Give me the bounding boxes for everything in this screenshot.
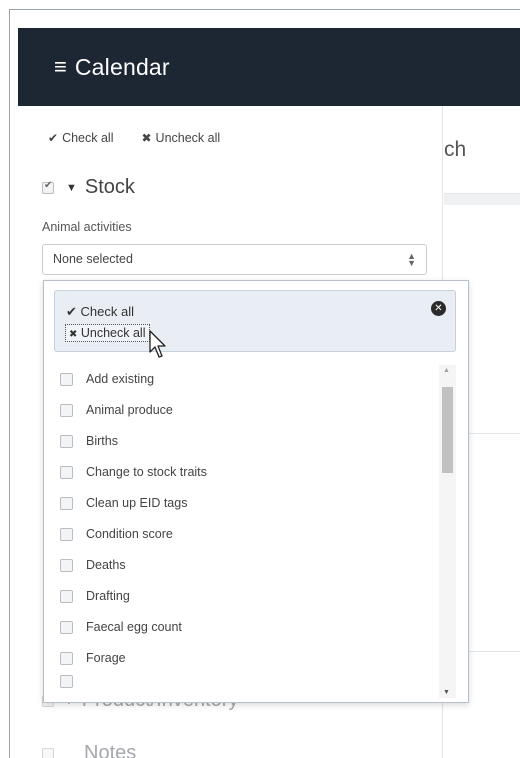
x-icon: ✖ (141, 131, 152, 145)
sidebar-toplinks: ✔ Check all ✖ Uncheck all (48, 131, 220, 145)
list-item-partial[interactable] (60, 675, 86, 689)
select-arrows-icon: ▲ ▼ (407, 251, 416, 268)
option-checkbox[interactable] (60, 403, 73, 417)
animal-activities-select[interactable]: None selected ▲ ▼ (42, 244, 427, 275)
list-item[interactable]: Change to stock traits (60, 460, 207, 484)
option-checkbox[interactable] (60, 527, 73, 541)
mouse-pointer-icon (149, 330, 166, 358)
option-checkbox[interactable] (60, 651, 73, 665)
checkmark-icon: ✔ (48, 131, 59, 145)
hamburger-menu-icon[interactable]: ≡ (54, 56, 67, 78)
stock-group-label: Stock (84, 176, 135, 198)
x-icon: ✖ (69, 329, 78, 340)
stock-group-header[interactable]: ▼ Stock (42, 176, 135, 199)
list-item[interactable]: Add existing (60, 367, 154, 391)
scrollbar-thumb[interactable] (442, 387, 453, 473)
sidebar-item-notes[interactable]: Notes (42, 742, 136, 758)
list-item[interactable]: Faecal egg count (60, 615, 182, 639)
dropdown-scrollbar[interactable]: ▲ ▼ (439, 365, 456, 698)
main-heading: ch (444, 138, 467, 161)
list-item[interactable]: Forage (60, 646, 126, 670)
dropdown-actions: ✔ Check all ✖ Uncheck all ✕ (54, 290, 456, 352)
list-item[interactable]: Drafting (60, 584, 130, 608)
uncheck-all-link[interactable]: ✖ Uncheck all (141, 131, 220, 145)
main-divider-strip (444, 193, 520, 205)
list-item[interactable]: Clean up EID tags (60, 491, 187, 515)
scroll-down-arrow-icon[interactable]: ▼ (443, 689, 450, 696)
list-item[interactable]: Animal produce (60, 398, 173, 422)
option-checkbox[interactable] (60, 434, 73, 448)
dropdown-uncheck-all[interactable]: ✖ Uncheck all (65, 324, 150, 342)
option-checkbox[interactable] (60, 496, 73, 510)
stock-checkbox[interactable] (42, 180, 54, 194)
close-icon[interactable]: ✕ (431, 301, 446, 316)
list-item[interactable]: Deaths (60, 553, 126, 577)
app-title: Calendar (74, 53, 170, 80)
activities-dropdown: ✔ Check all ✖ Uncheck all ✕ Add existing… (43, 280, 469, 703)
option-checkbox[interactable] (60, 589, 73, 603)
list-item[interactable]: Births (60, 429, 118, 453)
option-checkbox[interactable] (60, 372, 73, 386)
scroll-up-arrow-icon[interactable]: ▲ (443, 367, 450, 374)
option-checkbox[interactable] (60, 675, 73, 688)
top-bar: ≡ Calendar (18, 28, 520, 106)
option-checkbox[interactable] (60, 558, 73, 572)
caret-down-icon[interactable]: ▼ (66, 182, 77, 194)
option-checkbox[interactable] (60, 465, 73, 479)
notes-checkbox[interactable] (42, 747, 54, 758)
check-all-link[interactable]: ✔ Check all (48, 131, 113, 145)
list-item[interactable]: Condition score (60, 522, 173, 546)
animal-activities-label: Animal activities (42, 220, 132, 234)
checkmark-icon: ✔ (66, 304, 77, 319)
option-checkbox[interactable] (60, 620, 73, 634)
dropdown-check-all[interactable]: ✔ Check all (66, 304, 134, 320)
select-value: None selected (53, 252, 133, 266)
